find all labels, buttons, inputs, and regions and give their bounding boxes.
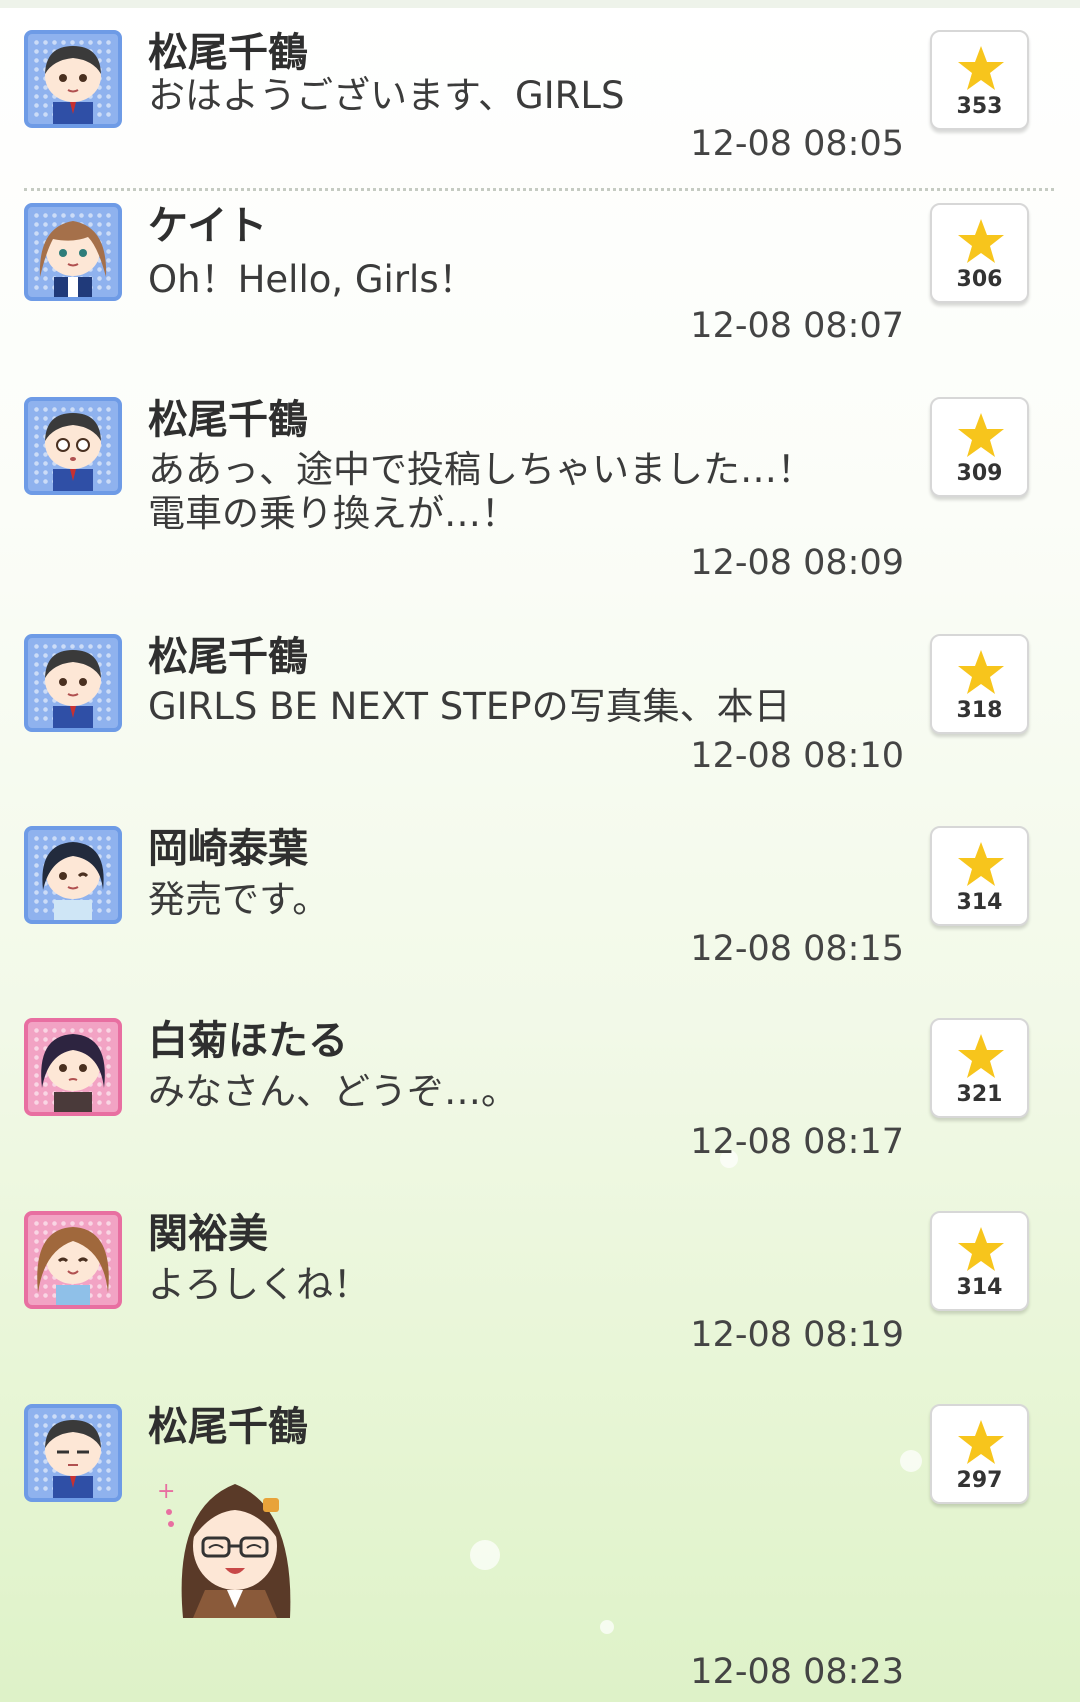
like-button[interactable]: 309 bbox=[930, 397, 1029, 497]
star-icon bbox=[958, 1227, 1004, 1271]
sender-name: 松尾千鶴 bbox=[148, 1404, 308, 1450]
star-icon bbox=[958, 413, 1004, 457]
star-icon bbox=[958, 1034, 1004, 1078]
message-text: Oh！Hello, Girls！ bbox=[148, 258, 476, 301]
new-messages-divider bbox=[24, 188, 1054, 191]
avatar[interactable] bbox=[24, 1211, 122, 1309]
avatar[interactable] bbox=[24, 30, 122, 128]
sender-name: 関裕美 bbox=[148, 1211, 268, 1257]
star-icon bbox=[958, 842, 1004, 886]
bg-sparkle bbox=[600, 1620, 614, 1634]
avatar[interactable] bbox=[24, 1404, 122, 1502]
message-text: ああっ、途中で投稿しちゃいました…！ 電車の乗り換えが…！ bbox=[148, 448, 814, 535]
sender-name: 松尾千鶴 bbox=[148, 397, 308, 443]
avatar[interactable] bbox=[24, 634, 122, 732]
chibi-face-icon bbox=[45, 413, 101, 491]
sender-name: 岡崎泰葉 bbox=[148, 826, 308, 872]
like-button[interactable]: 321 bbox=[930, 1018, 1029, 1118]
message-text: GIRLS BE NEXT STEPの写真集、本日 bbox=[148, 685, 791, 728]
top-edge bbox=[0, 0, 1080, 8]
timestamp: 12-08 08:17 bbox=[690, 1122, 904, 1162]
sender-name: 松尾千鶴 bbox=[148, 634, 308, 680]
timestamp: 12-08 08:15 bbox=[690, 929, 904, 969]
chibi-face-icon bbox=[45, 1420, 101, 1498]
timestamp: 12-08 08:05 bbox=[690, 124, 904, 164]
like-count: 306 bbox=[956, 267, 1003, 292]
avatar[interactable] bbox=[24, 397, 122, 495]
chibi-face-icon bbox=[45, 650, 101, 728]
chibi-face-icon bbox=[39, 221, 107, 297]
timestamp: 12-08 08:23 bbox=[690, 1652, 904, 1692]
like-count: 314 bbox=[956, 890, 1003, 915]
chibi-face-icon bbox=[41, 1034, 105, 1112]
star-icon bbox=[958, 219, 1004, 263]
avatar[interactable] bbox=[24, 1018, 122, 1116]
timestamp: 12-08 08:09 bbox=[690, 543, 904, 583]
message-text: おはようございます、GIRLS bbox=[148, 74, 625, 117]
bg-sparkle bbox=[900, 1450, 922, 1472]
sender-name: 松尾千鶴 bbox=[148, 30, 308, 76]
message-text: みなさん、どうぞ…。 bbox=[148, 1070, 518, 1113]
like-button[interactable]: 318 bbox=[930, 634, 1029, 734]
chibi-face-icon bbox=[45, 46, 101, 124]
chibi-face-icon bbox=[37, 1227, 109, 1305]
avatar[interactable] bbox=[24, 826, 122, 924]
message-text: 発売です。 bbox=[148, 878, 330, 921]
like-count: 353 bbox=[956, 94, 1003, 119]
star-icon bbox=[958, 46, 1004, 90]
sender-name: ケイト bbox=[148, 203, 268, 249]
star-icon bbox=[958, 650, 1004, 694]
like-count: 318 bbox=[956, 698, 1003, 723]
like-button[interactable]: 306 bbox=[930, 203, 1029, 303]
chibi-face-icon bbox=[42, 842, 104, 920]
timestamp: 12-08 08:10 bbox=[690, 736, 904, 776]
like-count: 309 bbox=[956, 461, 1003, 486]
like-count: 297 bbox=[956, 1468, 1003, 1493]
message-text: よろしくね！ bbox=[148, 1263, 370, 1306]
like-button[interactable]: 314 bbox=[930, 826, 1029, 926]
character-sticker[interactable]: + bbox=[155, 1468, 310, 1618]
sender-name: 白菊ほたる bbox=[148, 1018, 348, 1064]
star-icon bbox=[958, 1420, 1004, 1464]
svg-text:+: + bbox=[157, 1479, 175, 1504]
like-count: 321 bbox=[956, 1082, 1003, 1107]
like-button[interactable]: 297 bbox=[930, 1404, 1029, 1504]
like-count: 314 bbox=[956, 1275, 1003, 1300]
avatar[interactable] bbox=[24, 203, 122, 301]
timestamp: 12-08 08:19 bbox=[690, 1315, 904, 1355]
bg-sparkle bbox=[470, 1540, 500, 1570]
like-button[interactable]: 353 bbox=[930, 30, 1029, 130]
timestamp: 12-08 08:07 bbox=[690, 306, 904, 346]
like-button[interactable]: 314 bbox=[930, 1211, 1029, 1311]
